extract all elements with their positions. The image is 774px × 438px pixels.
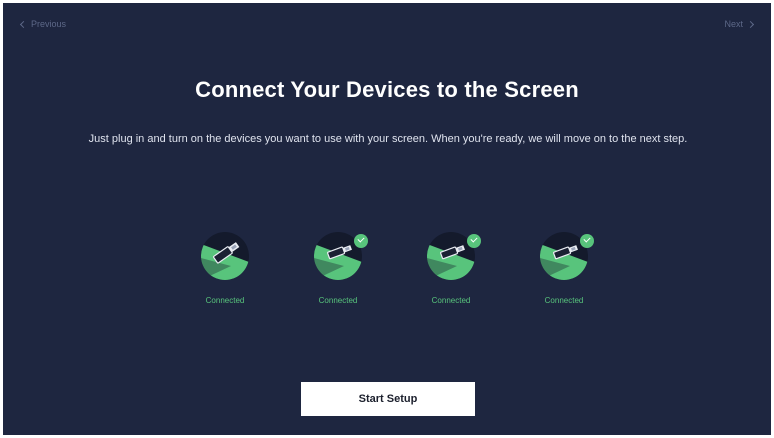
device-item: Connected (298, 228, 378, 318)
previous-label: Previous (31, 19, 67, 29)
next-label: Next (724, 19, 743, 29)
chevron-right-icon (746, 20, 755, 28)
device-status: Connected (205, 296, 245, 305)
device-list: Connected Connected Connected Connected (3, 228, 771, 318)
device-status: Connected (544, 296, 584, 305)
check-icon (467, 234, 481, 248)
page-title: Connect Your Devices to the Screen (195, 77, 579, 102)
device-item: Connected (411, 228, 491, 318)
device-item: Connected (524, 228, 604, 318)
start-setup-button[interactable]: Start Setup (301, 382, 475, 416)
hdmi-cable-icon (540, 232, 594, 280)
device-status: Connected (431, 296, 471, 305)
check-icon (580, 234, 594, 248)
check-icon (354, 234, 368, 248)
device-status: Connected (318, 296, 358, 305)
page-description: Just plug in and turn on the devices you… (88, 133, 688, 145)
hdmi-cable-icon (427, 232, 481, 280)
previous-button[interactable]: Previous (19, 19, 67, 29)
hdmi-cable-icon (201, 232, 249, 280)
next-button[interactable]: Next (724, 19, 755, 29)
setup-screen: Previous Next Connect Your Devices to th… (3, 3, 771, 435)
hdmi-cable-icon (314, 232, 368, 280)
device-item: Connected (185, 228, 265, 318)
chevron-left-icon (19, 20, 28, 28)
